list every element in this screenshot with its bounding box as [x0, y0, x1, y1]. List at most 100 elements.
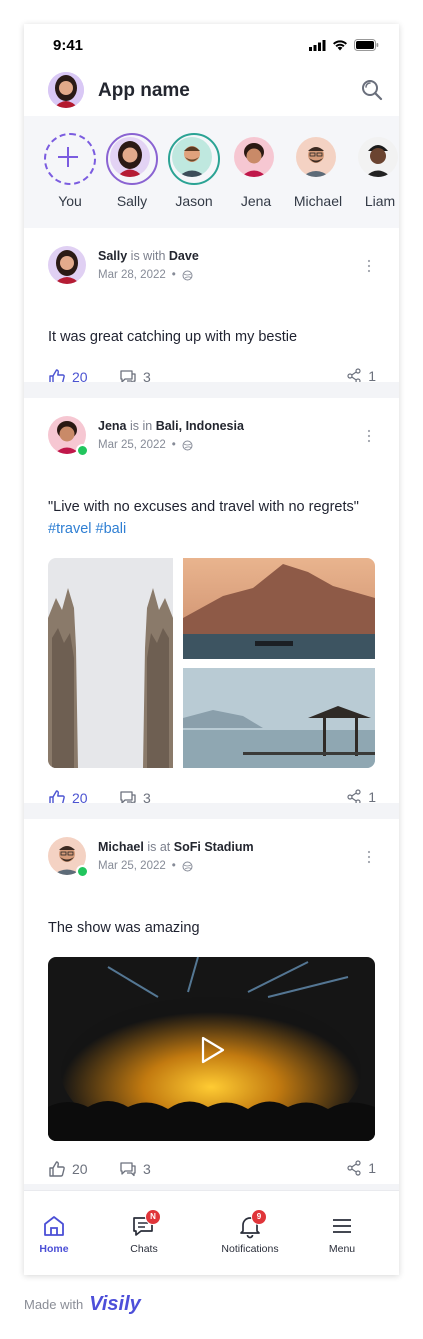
- avatar: [296, 137, 336, 177]
- post-card: Sally is with Dave Mar 28, 2022 • It was…: [24, 228, 399, 385]
- post-location[interactable]: Bali, Indonesia: [156, 419, 244, 433]
- avatar: [234, 137, 274, 177]
- app-title: App name: [98, 80, 190, 101]
- globe-icon: [182, 270, 193, 280]
- story-name: Sally: [116, 193, 148, 209]
- story-ring: [354, 133, 399, 185]
- post-author[interactable]: Michael: [98, 840, 144, 854]
- nav-icon-wrap: [41, 1213, 67, 1239]
- search-button[interactable]: [359, 77, 385, 103]
- nav-menu[interactable]: Menu: [324, 1213, 360, 1255]
- nav-icon-wrap: [329, 1213, 355, 1239]
- meta-separator: •: [171, 439, 176, 451]
- nav-menu-label: Menu: [328, 1243, 356, 1255]
- post-card: Jena is in Bali, Indonesia Mar 25, 2022 …: [24, 398, 399, 806]
- post-quote: "Live with no excuses and travel with no…: [48, 499, 359, 515]
- post-meta: Mar 25, 2022 •: [98, 439, 193, 451]
- post-tag-target[interactable]: Dave: [169, 249, 199, 263]
- hamburger-icon: [333, 1219, 351, 1233]
- like-count: 20: [72, 1161, 88, 1177]
- photo-temple-gate[interactable]: [48, 558, 173, 768]
- story-name: Michael: [293, 193, 343, 209]
- post-card: Michael is at SoFi Stadium Mar 25, 2022 …: [24, 819, 399, 1184]
- post-author-line: Sally is with Dave: [98, 249, 199, 263]
- more-vertical-icon[interactable]: [367, 429, 371, 443]
- made-with-footer: Made with Visily: [24, 1293, 141, 1316]
- online-indicator: [76, 865, 89, 878]
- avatar: [172, 137, 212, 177]
- avatar: [110, 137, 150, 177]
- meta-separator: •: [171, 269, 176, 281]
- story-ring: [168, 133, 220, 185]
- photo-gazebo-sea[interactable]: [183, 668, 375, 768]
- post-meta: Mar 28, 2022 •: [98, 269, 193, 281]
- comment-button[interactable]: 3: [119, 1160, 151, 1178]
- post-date: Mar 25, 2022: [98, 439, 166, 451]
- nav-chats-label: Chats: [130, 1243, 158, 1255]
- signal-icon: [309, 39, 326, 51]
- nav-home[interactable]: Home: [35, 1213, 73, 1255]
- profile-avatar[interactable]: [48, 72, 84, 108]
- search-icon: [362, 80, 383, 101]
- post-location[interactable]: SoFi Stadium: [174, 840, 254, 854]
- share-icon: [347, 1160, 361, 1176]
- story-jena[interactable]: Jena: [226, 133, 286, 209]
- globe-icon: [182, 861, 193, 871]
- status-bar: 9:41: [24, 24, 399, 68]
- post-meta: Mar 25, 2022 •: [98, 860, 193, 872]
- add-story-ring: [44, 133, 96, 185]
- story-name: Jason: [175, 193, 213, 209]
- nav-icon-wrap: 9: [237, 1209, 267, 1239]
- share-count: 1: [368, 1160, 376, 1176]
- more-vertical-icon[interactable]: [367, 259, 371, 273]
- post-text: The show was amazing: [48, 920, 200, 936]
- video-concert[interactable]: [48, 957, 375, 1141]
- play-icon[interactable]: [199, 1035, 227, 1065]
- story-sally[interactable]: Sally: [102, 133, 162, 209]
- post-hashtags[interactable]: #travel #bali: [48, 518, 378, 540]
- story-name: Jena: [240, 193, 272, 209]
- like-button[interactable]: 20: [48, 1160, 88, 1178]
- post-actions: 20 3 1: [48, 1160, 376, 1180]
- photo-mountain-sunset[interactable]: [183, 558, 375, 659]
- post-date: Mar 28, 2022: [98, 269, 166, 281]
- status-icons: [309, 39, 379, 51]
- post-author-line: Michael is at SoFi Stadium: [98, 840, 254, 854]
- bottom-nav: Home N Chats 9 Notifications Menu: [24, 1190, 399, 1275]
- nav-chats[interactable]: N Chats: [124, 1209, 164, 1255]
- post-avatar[interactable]: [48, 246, 86, 284]
- battery-icon: [354, 39, 379, 51]
- nav-notifications-label: Notifications: [221, 1243, 279, 1255]
- stories-strip: You Sally Jason Jena Michael Liam: [24, 116, 399, 228]
- notifications-badge: 9: [251, 1209, 267, 1225]
- story-ring: [106, 133, 158, 185]
- nav-icon-wrap: N: [131, 1209, 161, 1239]
- made-with-label: Made with: [24, 1297, 84, 1312]
- story-add[interactable]: You: [40, 133, 100, 209]
- post-author[interactable]: Sally: [98, 249, 127, 263]
- story-michael[interactable]: Michael: [288, 133, 348, 209]
- story-ring: [230, 133, 282, 185]
- chats-badge: N: [145, 1209, 161, 1225]
- share-button[interactable]: 1: [346, 1160, 376, 1176]
- visily-logo[interactable]: Visily: [89, 1293, 141, 1316]
- online-indicator: [76, 444, 89, 457]
- app-header: App name: [24, 68, 399, 116]
- story-liam[interactable]: Liam: [350, 133, 399, 209]
- wifi-icon: [333, 40, 347, 51]
- comment-count: 3: [143, 1161, 151, 1177]
- post-text: It was great catching up with my bestie: [48, 329, 298, 345]
- feed-divider: [24, 803, 399, 819]
- phone-frame: 9:41 App name You Sally Jason Jena Micha…: [24, 24, 399, 1275]
- nav-home-label: Home: [39, 1243, 69, 1255]
- story-name: Liam: [364, 193, 396, 209]
- plus-icon: [58, 147, 78, 167]
- globe-icon: [182, 440, 193, 450]
- avatar: [358, 137, 398, 177]
- nav-notifications[interactable]: 9 Notifications: [215, 1209, 285, 1255]
- post-connector: is in: [129, 419, 153, 433]
- more-vertical-icon[interactable]: [367, 850, 371, 864]
- post-author-line: Jena is in Bali, Indonesia: [98, 419, 244, 433]
- story-jason[interactable]: Jason: [164, 133, 224, 209]
- post-author[interactable]: Jena: [98, 419, 127, 433]
